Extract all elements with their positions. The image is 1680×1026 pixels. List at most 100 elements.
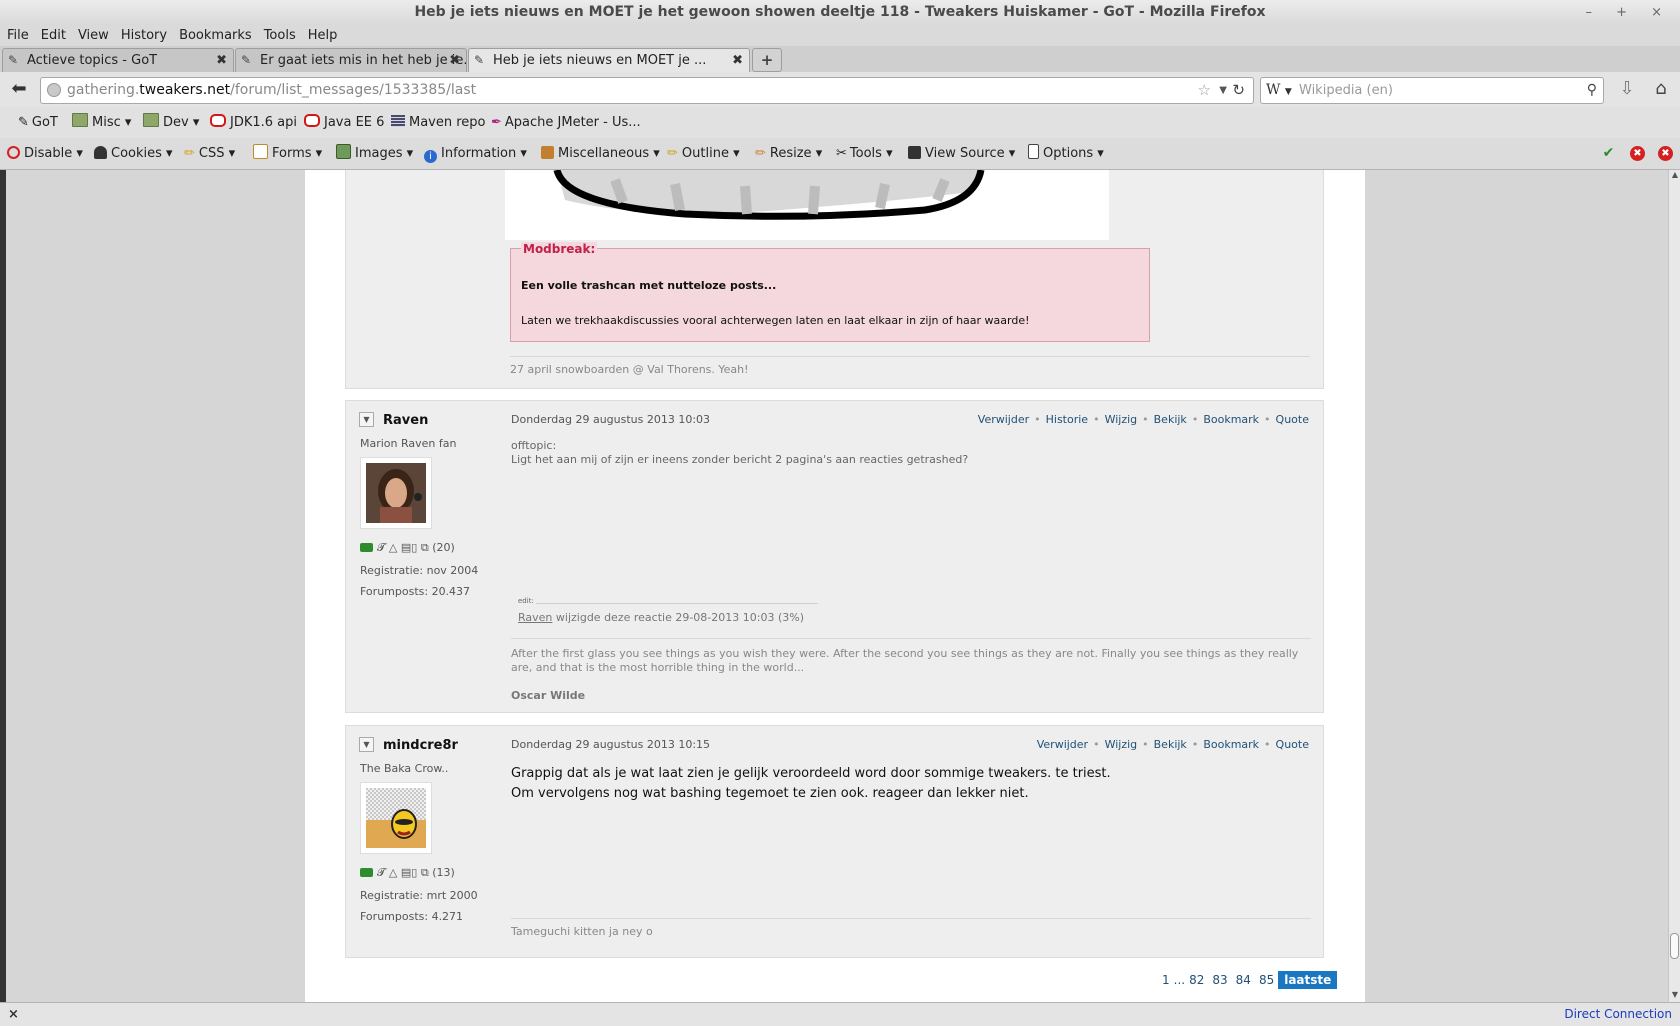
bookmark-dev[interactable]: Dev ▾ xyxy=(143,107,199,138)
wd-information[interactable]: i Information ▾ xyxy=(424,138,527,169)
action-wijzig[interactable]: Wijzig xyxy=(1105,413,1138,426)
scrollbar-thumb[interactable] xyxy=(1670,933,1679,959)
page-link-85[interactable]: 85 xyxy=(1255,973,1278,987)
close-icon[interactable]: ✖ xyxy=(732,49,743,72)
modbreak-line1: Een volle trashcan met nutteloze posts..… xyxy=(521,279,777,292)
download-icon[interactable]: ⇩ xyxy=(1616,78,1638,100)
globe-icon xyxy=(47,83,61,97)
action-bookmark[interactable]: Bookmark xyxy=(1203,738,1259,751)
page-current-laatste[interactable]: laatste xyxy=(1278,971,1338,989)
bookmark-star-icon[interactable]: ☆ xyxy=(1198,78,1211,103)
proxy-status[interactable]: Direct Connection xyxy=(1564,1003,1672,1026)
user-forumposts: Forumposts: 20.437 xyxy=(360,585,471,598)
css-error-icon[interactable]: ✖ xyxy=(1630,146,1645,161)
post-username[interactable]: Raven xyxy=(383,413,428,428)
action-quote[interactable]: Quote xyxy=(1276,738,1309,751)
bookmark-apache-jmeter[interactable]: ✒ Apache JMeter - Us... xyxy=(491,107,641,138)
url-input[interactable]: gathering.tweakers.net/forum/list_messag… xyxy=(40,77,1254,104)
action-verwijder[interactable]: Verwijder xyxy=(978,413,1029,426)
avatar-image xyxy=(366,463,426,523)
close-icon[interactable]: ✖ xyxy=(216,49,227,72)
modbreak-title: Modbreak: xyxy=(521,242,598,256)
collapse-toggle-icon[interactable]: ▼ xyxy=(359,737,374,752)
post-username[interactable]: mindcre8r xyxy=(383,738,458,753)
wd-forms[interactable]: Forms ▾ xyxy=(253,138,322,169)
search-placeholder: Wikipedia (en) xyxy=(1299,83,1393,98)
action-wijzig[interactable]: Wijzig xyxy=(1105,738,1138,751)
page-link-83[interactable]: 83 xyxy=(1208,973,1231,987)
action-bookmark[interactable]: Bookmark xyxy=(1203,413,1259,426)
bookmark-got[interactable]: ✎ GoT xyxy=(18,107,58,138)
scroll-down-arrow-icon[interactable]: ▼ xyxy=(1669,990,1680,999)
action-verwijder[interactable]: Verwijder xyxy=(1037,738,1088,751)
close-icon[interactable]: ✖ xyxy=(449,49,460,72)
back-arrow-icon[interactable]: ⬅ xyxy=(8,78,30,100)
menu-file[interactable]: File xyxy=(0,25,35,46)
tab-actieve-topics[interactable]: ✎ Actieve topics - GoT ✖ xyxy=(2,48,234,72)
new-tab-button[interactable]: + xyxy=(752,48,782,72)
wd-options[interactable]: Options ▾ xyxy=(1028,138,1104,169)
wd-view-source[interactable]: View Source ▾ xyxy=(908,138,1015,169)
reload-icon[interactable]: ↻ xyxy=(1232,78,1245,103)
collapse-toggle-icon[interactable]: ▼ xyxy=(359,412,374,427)
images-icon xyxy=(336,144,351,159)
vertical-scrollbar[interactable]: ▲ ▼ xyxy=(1668,170,1680,1002)
js-error-icon[interactable]: ✖ xyxy=(1658,146,1673,161)
bookmark-jdk16-api[interactable]: JDK1.6 api xyxy=(210,107,297,138)
user-icons: 𝓣 △ ▤▯ ⧉ (20) xyxy=(360,541,455,555)
bookmarks-toolbar: ✎ GoT Misc ▾ Dev ▾ JDK1.6 api Java EE 6 M… xyxy=(0,107,1680,138)
tab-er-gaat-iets-mis[interactable]: ✎ Er gaat iets mis in het heb je ie... ✖ xyxy=(235,48,467,72)
avatar[interactable] xyxy=(360,457,432,529)
menu-view[interactable]: View xyxy=(72,25,115,46)
outline-pencil-icon: ✏ xyxy=(667,146,678,161)
edit-user-link[interactable]: Raven xyxy=(518,611,552,624)
post-raven: ▼ Raven Marion Raven fan 𝓣 △ ▤▯ ⧉ (20) R… xyxy=(345,400,1324,713)
menu-help[interactable]: Help xyxy=(302,25,344,46)
tab-label: Heb je iets nieuws en MOET je ... xyxy=(493,53,707,68)
wd-outline[interactable]: ✏ Outline ▾ xyxy=(667,138,740,169)
trashcan-image xyxy=(505,170,1109,240)
wd-cookies[interactable]: Cookies ▾ xyxy=(94,138,173,169)
avatar[interactable] xyxy=(360,782,432,854)
page-link-1[interactable]: 1 xyxy=(1158,973,1174,987)
validation-ok-icon[interactable]: ✔ xyxy=(1601,146,1616,161)
search-input[interactable]: W ▼ Wikipedia (en) ⚲ xyxy=(1260,77,1604,104)
home-icon[interactable]: ⌂ xyxy=(1650,78,1672,100)
wd-resize[interactable]: ✏ Resize ▾ xyxy=(755,138,822,169)
scroll-up-arrow-icon[interactable]: ▲ xyxy=(1669,170,1680,179)
tab-heb-je-iets-nieuws[interactable]: ✎ Heb je iets nieuws en MOET je ... ✖ xyxy=(468,48,750,73)
oracle-icon xyxy=(210,114,226,127)
action-quote[interactable]: Quote xyxy=(1276,413,1309,426)
bookmark-maven-repo[interactable]: Maven repo xyxy=(391,107,486,138)
bookmark-java-ee-6[interactable]: Java EE 6 xyxy=(304,107,384,138)
action-historie[interactable]: Historie xyxy=(1046,413,1088,426)
wd-disable[interactable]: Disable ▾ xyxy=(7,138,83,169)
wd-images[interactable]: Images ▾ xyxy=(336,138,413,169)
wd-tools[interactable]: ✂ Tools ▾ xyxy=(836,138,893,169)
menu-bookmarks[interactable]: Bookmarks xyxy=(173,25,258,46)
search-icon[interactable]: ⚲ xyxy=(1587,78,1597,103)
action-bekijk[interactable]: Bekijk xyxy=(1154,738,1187,751)
menu-history[interactable]: History xyxy=(115,25,173,46)
menu-bar: File Edit View History Bookmarks Tools Help xyxy=(0,25,1680,46)
got-icon: ✎ xyxy=(474,53,485,67)
wd-css[interactable]: ✏ CSS ▾ xyxy=(184,138,235,169)
tab-label: Actieve topics - GoT xyxy=(27,53,158,68)
menu-edit[interactable]: Edit xyxy=(35,25,72,46)
page-link-84[interactable]: 84 xyxy=(1232,973,1255,987)
action-bekijk[interactable]: Bekijk xyxy=(1154,413,1187,426)
wd-miscellaneous[interactable]: Miscellaneous ▾ xyxy=(541,138,660,169)
edit-divider xyxy=(518,603,818,604)
page-link-82[interactable]: 82 xyxy=(1185,973,1208,987)
menu-tools[interactable]: Tools xyxy=(258,25,302,46)
user-title: The Baka Crow.. xyxy=(360,762,449,775)
post-signature: After the first glass you see things as … xyxy=(511,647,1299,674)
url-dropdown-icon[interactable]: ▼ xyxy=(1219,78,1227,103)
oracle-icon xyxy=(304,114,320,127)
post-date: Donderdag 29 augustus 2013 10:03 xyxy=(511,413,711,426)
post-actions: Verwijder • Wijzig • Bekijk • Bookmark • Quote xyxy=(1036,738,1309,751)
bookmark-misc[interactable]: Misc ▾ xyxy=(72,107,131,138)
window-controls[interactable]: – + × xyxy=(1585,0,1672,25)
close-icon[interactable]: × xyxy=(8,1003,19,1026)
wikipedia-icon[interactable]: W ▼ xyxy=(1266,78,1292,105)
